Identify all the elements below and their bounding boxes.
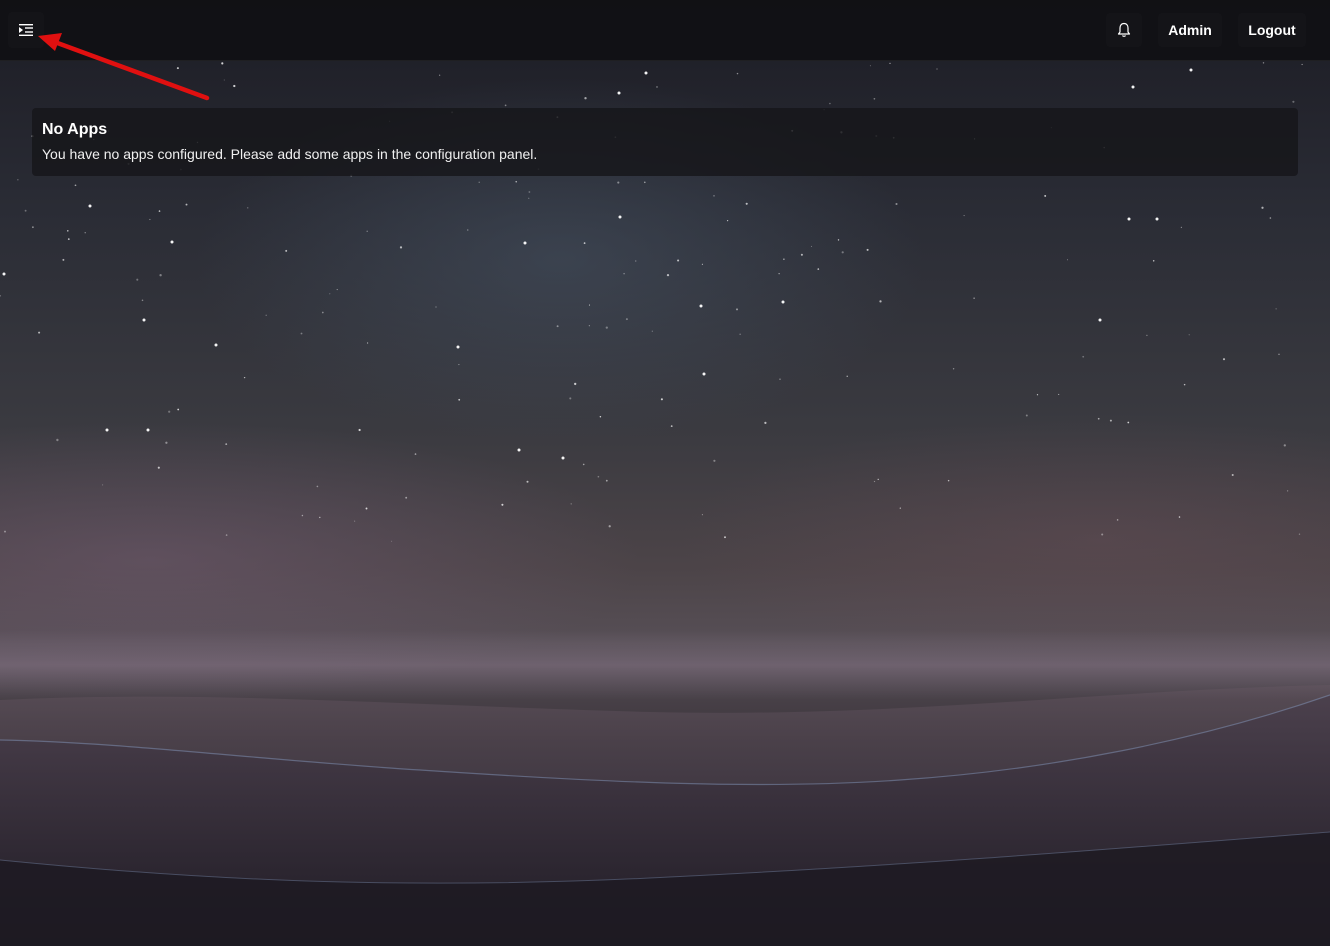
indent-menu-icon bbox=[19, 24, 33, 36]
no-apps-notice: No Apps You have no apps configured. Ple… bbox=[32, 108, 1298, 176]
sidebar-toggle-button[interactable] bbox=[8, 12, 44, 48]
notice-title: No Apps bbox=[42, 121, 108, 138]
logout-button[interactable]: Logout bbox=[1238, 13, 1306, 47]
bell-icon bbox=[1117, 22, 1131, 37]
notice-message: You have no apps configured. Please add … bbox=[42, 146, 538, 162]
admin-button[interactable]: Admin bbox=[1158, 13, 1222, 47]
notifications-button[interactable] bbox=[1106, 13, 1142, 47]
top-navigation-bar: Admin Logout bbox=[0, 0, 1330, 61]
